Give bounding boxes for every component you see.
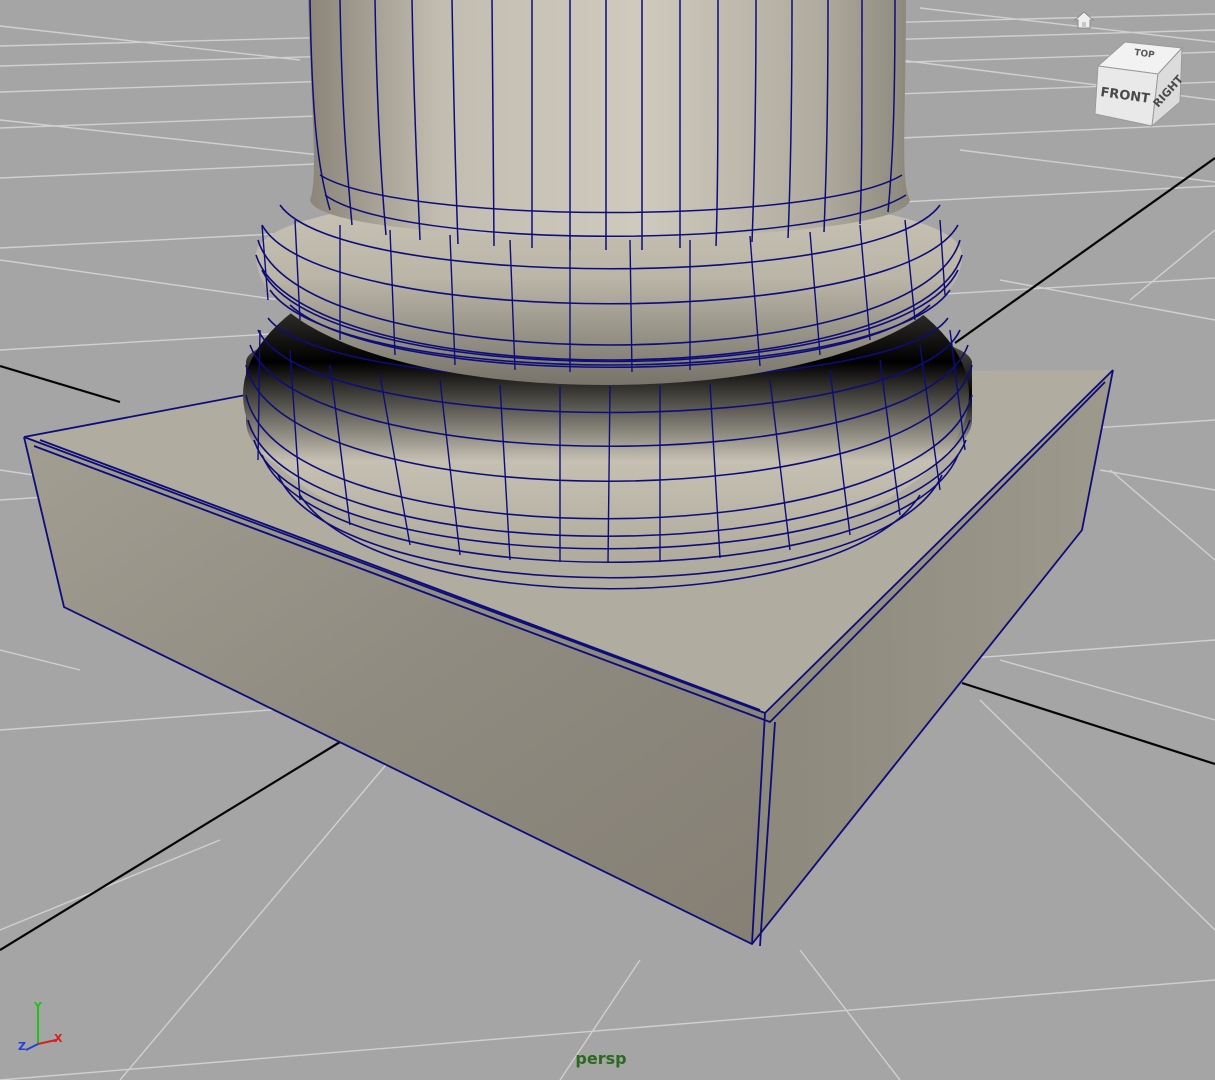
column-shaft[interactable] [308,0,910,250]
axis-x-label: X [54,1032,63,1045]
axis-y-label: Y [33,1000,43,1013]
camera-label: persp [575,1049,627,1068]
scene[interactable] [0,0,1215,1080]
view-cube[interactable]: TOP FRONT RIGHT [1090,36,1190,132]
home-icon[interactable] [1072,8,1096,32]
axis-gizmo: Y X Z [18,1000,63,1053]
perspective-viewport[interactable]: TOP FRONT RIGHT Y X Z persp [0,0,1215,1080]
